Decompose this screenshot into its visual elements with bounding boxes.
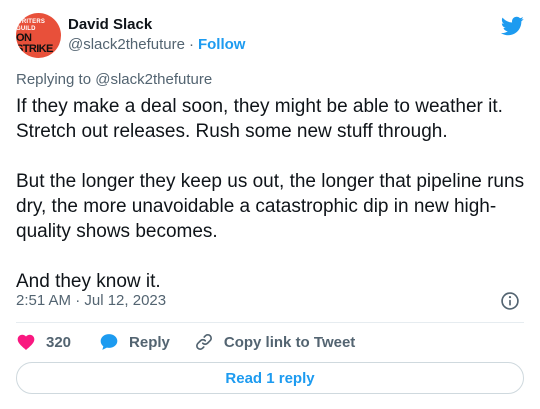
follow-button[interactable]: Follow — [198, 36, 246, 53]
heart-icon — [17, 334, 35, 350]
tweet-text: If they make a deal soon, they might be … — [16, 94, 526, 294]
replying-mention[interactable]: @slack2thefuture — [95, 71, 212, 88]
reply-button[interactable]: Reply — [99, 332, 170, 352]
tweet-paragraph: But the longer they keep us out, the lon… — [16, 171, 525, 242]
info-icon[interactable] — [500, 291, 520, 311]
reply-label: Reply — [129, 333, 170, 351]
link-icon — [195, 334, 212, 350]
twitter-bird-icon[interactable] — [500, 14, 524, 38]
author-name[interactable]: David Slack — [68, 16, 152, 34]
separator-dot: · — [188, 36, 194, 53]
avatar-text-bottom: ON STRIKE — [16, 31, 53, 55]
like-button[interactable]: 320 — [16, 332, 71, 352]
read-replies-button[interactable]: Read 1 reply — [16, 362, 524, 394]
replying-to: Replying to @slack2thefuture — [16, 71, 212, 89]
avatar-text-top: WRITERS GUILD — [16, 18, 46, 32]
tweet-paragraph: If they make a deal soon, they might be … — [16, 96, 503, 142]
author-handle-row: @slack2thefuture · Follow — [68, 36, 245, 54]
speech-bubble-icon — [100, 334, 118, 350]
action-bar: 320 Reply Copy link to Tweet — [16, 332, 379, 352]
author-handle[interactable]: @slack2thefuture — [68, 36, 185, 53]
copy-link-label: Copy link to Tweet — [223, 333, 356, 351]
replying-prefix: Replying to — [16, 71, 96, 88]
avatar[interactable]: WRITERS GUILD ON STRIKE — [16, 13, 61, 58]
tweet-card: WRITERS GUILD ON STRIKE David Slack @sla… — [0, 0, 540, 409]
copy-link-button[interactable]: Copy link to Tweet — [194, 332, 355, 352]
like-count: 320 — [46, 333, 72, 351]
divider — [16, 322, 524, 323]
tweet-paragraph: And they know it. — [16, 271, 161, 292]
tweet-timestamp[interactable]: 2:51 AM · Jul 12, 2023 — [16, 292, 166, 310]
